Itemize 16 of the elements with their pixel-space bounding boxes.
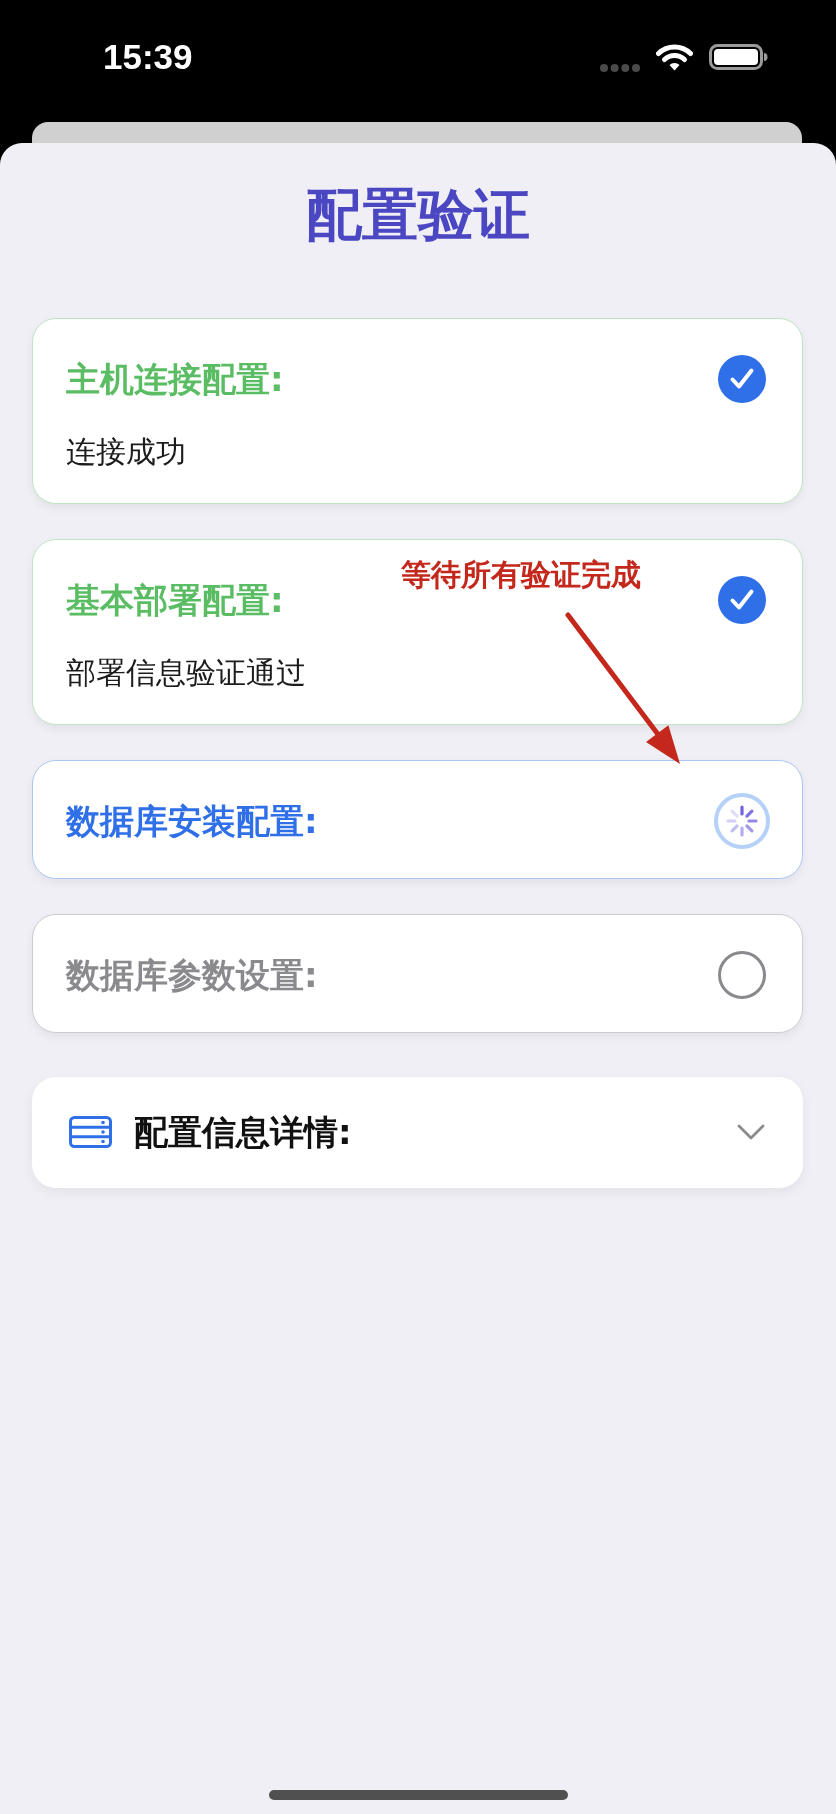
signal-dots-icon: [600, 64, 640, 72]
check-detail: 部署信息验证通过: [66, 655, 307, 691]
page-title: 配置验证: [305, 181, 531, 249]
battery-icon: [709, 44, 768, 70]
check-title: 数据库安装配置:: [66, 801, 319, 841]
check-title: 基本部署配置:: [66, 580, 285, 620]
server-stack-icon: [69, 1116, 112, 1148]
wifi-icon: [656, 43, 693, 71]
chevron-down-icon[interactable]: [737, 1124, 765, 1140]
check-title: 主机连接配置:: [66, 359, 285, 399]
check-detail: 连接成功: [66, 434, 187, 470]
status-time: 15:39: [103, 38, 193, 76]
annotation-text: 等待所有验证完成: [401, 557, 641, 593]
details-title: 配置信息详情:: [134, 1112, 353, 1152]
details-card[interactable]: 配置信息详情:: [32, 1077, 803, 1188]
check-title: 数据库参数设置:: [66, 955, 319, 995]
